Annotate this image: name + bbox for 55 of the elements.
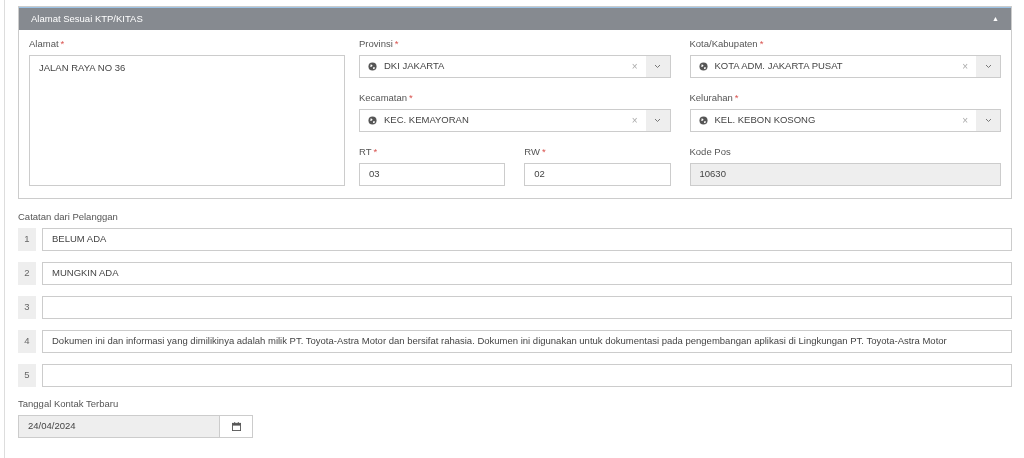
- address-textarea[interactable]: JALAN RAYA NO 36: [29, 55, 345, 186]
- select-field[interactable]: DKI JAKARTA ×: [359, 55, 671, 78]
- input-field[interactable]: 03: [359, 163, 506, 186]
- globe-icon: [698, 62, 708, 71]
- required-mark: *: [541, 146, 546, 157]
- note-input[interactable]: [42, 364, 1012, 387]
- required-mark: *: [409, 92, 413, 103]
- globe-icon: [368, 62, 377, 71]
- line-number: 5: [18, 364, 36, 387]
- required-mark: *: [373, 146, 378, 157]
- note-input[interactable]: Dokumen ini dan informasi yang dimilikinya adalah milik PT. Toyota-Astra Motor dan bersifat rahasia. Dokumen ini digunakan untuk dokumentasi pada pengembangan aplikasi di Lingkungan PT. Toyota-Astra Motor: [42, 330, 1012, 353]
- chevron-down-icon: [654, 118, 661, 123]
- line-number: 1: [18, 228, 36, 251]
- chevron-down-icon: [984, 118, 992, 123]
- field-label: Tanggal Kontak Terbaru: [18, 398, 119, 409]
- field-label: Kelurahan: [689, 92, 733, 103]
- select-field[interactable]: KEC. KEMAYORAN ×: [359, 109, 671, 132]
- field-label: RT: [359, 146, 372, 157]
- field-label: Kota/Kabupaten: [689, 38, 758, 49]
- note-input[interactable]: [42, 296, 1012, 319]
- select-field[interactable]: KEL. KEBON KOSONG ×: [689, 109, 1001, 132]
- globe-icon: [368, 116, 377, 125]
- input-field: 10630: [689, 163, 1001, 186]
- select-value: DKI JAKARTA: [384, 59, 445, 74]
- dropdown-button[interactable]: [645, 56, 670, 77]
- calendar-icon: [231, 422, 241, 431]
- line-number: 4: [18, 330, 36, 353]
- field-label: Catatan dari Pelanggan: [18, 211, 118, 222]
- dropdown-button[interactable]: [645, 110, 670, 131]
- line-number: 3: [18, 296, 36, 319]
- field-label: Kode Pos: [689, 146, 731, 157]
- input-field[interactable]: 02: [524, 163, 671, 186]
- chevron-down-icon: [654, 64, 661, 69]
- panel-title: Alamat Sesuai KTP/KITAS: [31, 11, 143, 26]
- chevron-down-icon: [984, 64, 992, 69]
- field-label: RW: [524, 146, 540, 157]
- select-field[interactable]: KOTA ADM. JAKARTA PUSAT ×: [689, 55, 1001, 78]
- note-input[interactable]: BELUM ADA: [42, 228, 1012, 251]
- select-value: KEL. KEBON KOSONG: [714, 113, 816, 128]
- note-input[interactable]: MUNGKIN ADA: [42, 262, 1012, 285]
- field-label: Kecamatan: [359, 92, 408, 103]
- required-mark: *: [60, 38, 65, 49]
- required-mark: *: [394, 38, 399, 49]
- select-value: KOTA ADM. JAKARTA PUSAT: [714, 59, 843, 74]
- field-label: Provinsi: [359, 38, 393, 49]
- dropdown-button[interactable]: [976, 56, 1000, 77]
- dropdown-button[interactable]: [976, 110, 1000, 131]
- required-mark: *: [734, 92, 739, 103]
- line-number: 2: [18, 262, 36, 285]
- calendar-button[interactable]: [220, 415, 253, 438]
- globe-icon: [698, 116, 708, 125]
- required-mark: *: [759, 38, 764, 49]
- date-input: 24/04/2024: [18, 415, 220, 438]
- select-value: KEC. KEMAYORAN: [384, 113, 469, 128]
- field-label: Alamat: [29, 38, 59, 49]
